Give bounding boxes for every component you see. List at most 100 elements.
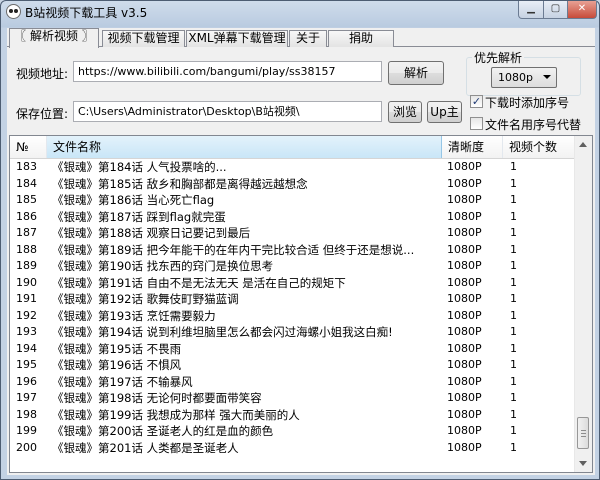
row-count: 1 xyxy=(510,226,517,239)
row-quality: 1080P xyxy=(447,341,482,355)
table-row[interactable]: 196 《银魂》第197话 不输暴风 1080P 1 xyxy=(10,374,577,391)
row-quality: 1080P xyxy=(447,358,482,371)
column-header-quality[interactable]: 清晰度 xyxy=(442,136,503,158)
tab-donate[interactable]: 捐助 xyxy=(328,30,394,47)
minimize-button[interactable]: ▁ xyxy=(518,1,544,19)
url-input[interactable]: https://www.bilibili.com/bangumi/play/ss… xyxy=(73,61,382,82)
row-count: 1 xyxy=(510,209,517,223)
list-rows: 183 《银魂》第184话 人气投票啥的... 1080P 1 184 《银魂》第185话… xyxy=(10,159,577,456)
tab-parse-video[interactable]: 〖 解析视频 〗 xyxy=(9,28,99,48)
save-path-input[interactable]: C:\Users\Administrator\Desktop\B站视频\ xyxy=(73,101,382,122)
quality-select-value: 1080p xyxy=(498,71,533,84)
column-header-count[interactable]: 视频个数 xyxy=(503,136,577,158)
table-row[interactable]: 200 《银魂》第201话 人类都是圣诞老人 1080P 1 xyxy=(10,440,577,457)
row-count: 1 xyxy=(510,407,517,421)
tab-strip: 〖 解析视频 〗 视频下载管理 XML弹幕下载管理 关于 捐助 xyxy=(7,28,595,48)
table-row[interactable]: 192 《银魂》第193话 烹饪需要毅力 1080P 1 xyxy=(10,308,577,325)
row-filename: 《银魂》第198话 无论何时都要面带笑容 xyxy=(52,391,262,405)
row-index: 200 xyxy=(16,440,37,454)
row-count: 1 xyxy=(510,176,517,190)
row-quality: 1080P xyxy=(447,308,482,322)
row-index: 194 xyxy=(16,341,37,355)
app-window: B站视频下载工具 v3.5 ▁ ▢ ✕ 〖 解析视频 〗 视频下载管理 XML弹… xyxy=(0,0,600,480)
row-count: 1 xyxy=(510,374,517,388)
row-index: 186 xyxy=(16,209,37,223)
tab-download-manager[interactable]: 视频下载管理 xyxy=(102,30,185,47)
row-quality: 1080P xyxy=(447,176,482,190)
quality-select[interactable]: 1080p xyxy=(491,67,557,88)
close-button[interactable]: ✕ xyxy=(567,1,597,19)
table-row[interactable]: 193 《银魂》第194话 说到利维坦脑里怎么都会闪过海螺小姐我这白痴! 1080P… xyxy=(10,324,577,341)
row-filename: 《银魂》第200话 圣诞老人的红是血的颜色 xyxy=(52,424,274,438)
column-header-filename[interactable]: 文件名称 xyxy=(47,136,442,158)
row-index: 195 xyxy=(16,358,37,371)
table-row[interactable]: 199 《银魂》第200话 圣诞老人的红是血的颜色 1080P 1 xyxy=(10,423,577,440)
row-index: 191 xyxy=(16,292,37,305)
scroll-down-icon[interactable] xyxy=(579,461,587,466)
add-index-label: 下载时添加序号 xyxy=(485,96,570,110)
column-header-index[interactable]: № xyxy=(10,136,47,158)
scrollbar-thumb[interactable] xyxy=(577,417,589,449)
row-quality: 1080P xyxy=(447,440,482,454)
scroll-up-icon[interactable] xyxy=(579,142,587,147)
row-count: 1 xyxy=(510,292,517,305)
row-index: 189 xyxy=(16,259,37,272)
chevron-down-icon xyxy=(543,75,551,79)
tab-xml-danmaku-manager[interactable]: XML弹幕下载管理 xyxy=(186,30,288,47)
row-index: 187 xyxy=(16,226,37,239)
use-index-name-label: 文件名用序号代替 xyxy=(485,118,582,132)
window-title: B站视频下载工具 v3.5 xyxy=(25,6,148,20)
parse-button[interactable]: 解析 xyxy=(388,61,444,85)
row-quality: 1080P xyxy=(447,292,482,305)
row-filename: 《银魂》第197话 不输暴风 xyxy=(52,374,193,389)
vertical-scrollbar[interactable] xyxy=(574,136,592,472)
row-index: 183 xyxy=(16,160,37,173)
table-row[interactable]: 190 《银魂》第191话 自由不是无法无天 是活在自己的规矩下 1080P 1 xyxy=(10,275,577,292)
table-row[interactable]: 187 《银魂》第188话 观察日记要记到最后 1080P 1 xyxy=(10,225,577,242)
table-row[interactable]: 188 《银魂》第189话 把今年能干的在年内干完比较合适 但终于还是想说... 1… xyxy=(10,242,577,259)
row-quality: 1080P xyxy=(447,160,482,173)
table-row[interactable]: 197 《银魂》第198话 无论何时都要面带笑容 1080P 1 xyxy=(10,390,577,407)
row-quality: 1080P xyxy=(447,193,482,206)
row-quality: 1080P xyxy=(447,242,482,256)
table-row[interactable]: 194 《银魂》第195话 不畏雨 1080P 1 xyxy=(10,341,577,358)
table-row[interactable]: 195 《银魂》第196话 不惧风 1080P 1 xyxy=(10,357,577,374)
table-row[interactable]: 183 《银魂》第184话 人气投票啥的... 1080P 1 xyxy=(10,159,577,176)
table-row[interactable]: 191 《银魂》第192话 歌舞伎町野猫蓝调 1080P 1 xyxy=(10,291,577,308)
row-quality: 1080P xyxy=(447,374,482,388)
title-bar[interactable]: B站视频下载工具 v3.5 ▁ ▢ ✕ xyxy=(1,1,599,23)
row-quality: 1080P xyxy=(447,424,482,437)
table-row[interactable]: 185 《银魂》第186话 当心死亡flag 1080P 1 xyxy=(10,192,577,209)
tab-about[interactable]: 关于 xyxy=(289,30,327,47)
row-count: 1 xyxy=(510,308,517,322)
url-label: 视频地址: xyxy=(16,67,69,81)
uploader-button[interactable]: Up主 xyxy=(427,101,462,123)
row-quality: 1080P xyxy=(447,407,482,421)
row-filename: 《银魂》第185话 敌乡和胸部都是离得越远越想念 xyxy=(52,176,308,191)
maximize-button[interactable]: ▢ xyxy=(543,1,568,19)
use-index-name-checkbox[interactable] xyxy=(470,117,483,130)
row-index: 197 xyxy=(16,391,37,404)
row-index: 190 xyxy=(16,275,37,289)
row-filename: 《银魂》第201话 人类都是圣诞老人 xyxy=(52,440,239,455)
table-row[interactable]: 186 《银魂》第187话 踩到flag就完蛋 1080P 1 xyxy=(10,209,577,226)
row-quality: 1080P xyxy=(447,226,482,239)
add-index-checkbox[interactable]: ✓ xyxy=(470,95,483,108)
row-filename: 《银魂》第192话 歌舞伎町野猫蓝调 xyxy=(52,292,239,306)
row-count: 1 xyxy=(510,275,517,289)
row-quality: 1080P xyxy=(447,325,482,338)
browse-button[interactable]: 浏览 xyxy=(388,101,422,123)
table-row[interactable]: 189 《银魂》第190话 找东西的窍门是换位思考 1080P 1 xyxy=(10,258,577,275)
row-filename: 《银魂》第194话 说到利维坦脑里怎么都会闪过海螺小姐我这白痴! xyxy=(52,325,393,339)
row-filename: 《银魂》第187话 踩到flag就完蛋 xyxy=(52,209,226,224)
row-index: 199 xyxy=(16,424,37,437)
row-count: 1 xyxy=(510,242,517,256)
row-filename: 《银魂》第188话 观察日记要记到最后 xyxy=(52,226,251,240)
row-quality: 1080P xyxy=(447,259,482,272)
row-index: 196 xyxy=(16,374,37,388)
row-filename: 《银魂》第196话 不惧风 xyxy=(52,358,182,372)
table-row[interactable]: 184 《银魂》第185话 敌乡和胸部都是离得越远越想念 1080P 1 xyxy=(10,176,577,193)
table-row[interactable]: 198 《银魂》第199话 我想成为那样 强大而美丽的人 1080P 1 xyxy=(10,407,577,424)
row-filename: 《银魂》第189话 把今年能干的在年内干完比较合适 但终于还是想说... xyxy=(52,242,415,257)
episode-list[interactable]: № 文件名称 清晰度 视频个数 183 《银魂》第184话 人气投票啥的... 10… xyxy=(9,135,593,473)
